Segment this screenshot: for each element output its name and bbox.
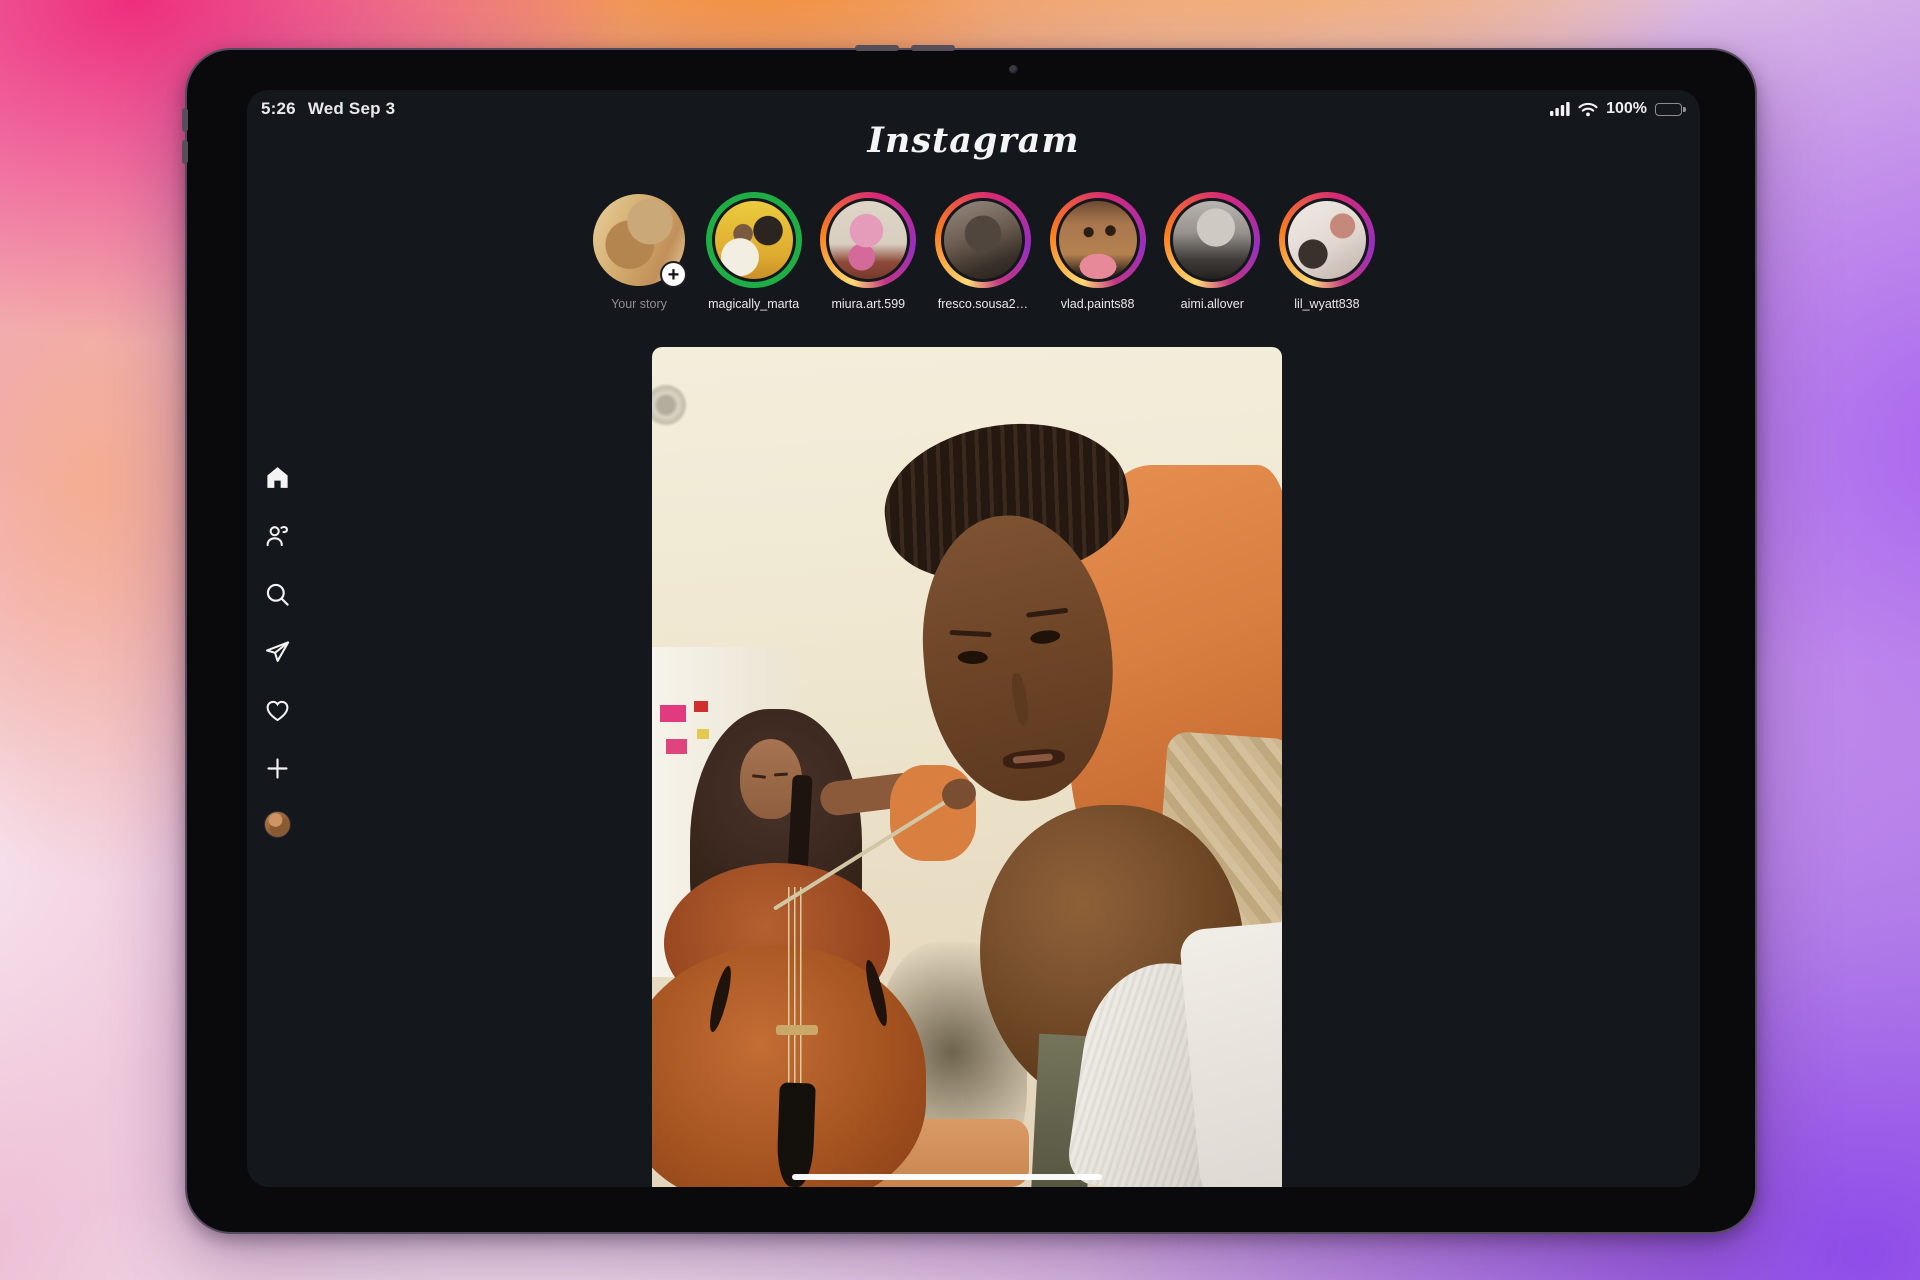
story-ring — [935, 192, 1031, 288]
instagram-app-screen: 5:26 Wed Sep 3 100% Instagram — [247, 90, 1700, 1187]
sidebar-item-search[interactable] — [263, 580, 291, 608]
add-story-plus-icon[interactable]: + — [660, 261, 687, 288]
wifi-icon — [1578, 102, 1598, 117]
story-avatar — [1170, 198, 1254, 282]
wall-note — [666, 739, 687, 754]
story-ring: + — [591, 192, 687, 288]
wall-note — [694, 701, 708, 712]
story-username: magically_marta — [708, 297, 799, 311]
battery-percent: 100% — [1606, 100, 1647, 118]
home-icon — [264, 464, 291, 491]
volume-button — [855, 45, 899, 51]
status-bar-left: 5:26 Wed Sep 3 — [261, 99, 395, 119]
side-button — [182, 108, 188, 132]
story-ring — [1164, 192, 1260, 288]
cello-bridge — [776, 1025, 818, 1035]
battery-icon — [1655, 103, 1682, 116]
story-username: lil_wyatt838 — [1294, 297, 1359, 311]
story-username: fresco.sousa2… — [938, 297, 1028, 311]
story-ring — [1279, 192, 1375, 288]
story-avatar — [1056, 198, 1140, 282]
cellular-signal-icon — [1550, 102, 1570, 116]
story-username: miura.art.599 — [831, 297, 905, 311]
story-username: vlad.paints88 — [1061, 297, 1135, 311]
instagram-wordmark: Instagram — [247, 120, 1700, 161]
paper-plane-icon — [264, 639, 291, 666]
heart-icon — [264, 697, 291, 724]
front-camera — [1009, 65, 1018, 74]
story-magically_marta[interactable]: magically_marta — [702, 192, 806, 311]
story-ring-close-friends — [706, 192, 802, 288]
story-fresco-sousa2[interactable]: fresco.sousa2… — [931, 192, 1035, 311]
people-icon — [264, 522, 291, 549]
sidebar-item-home[interactable] — [263, 463, 291, 491]
wall-note — [660, 705, 686, 722]
sidebar-item-profile[interactable] — [263, 810, 291, 838]
story-username: Your story — [611, 297, 667, 311]
search-icon — [264, 581, 291, 608]
sidebar-item-people[interactable] — [263, 521, 291, 549]
status-bar-right: 100% — [1550, 100, 1682, 118]
story-ring — [1050, 192, 1146, 288]
tablet-device: 5:26 Wed Sep 3 100% Instagram — [185, 48, 1757, 1234]
story-ring — [820, 192, 916, 288]
wall-note — [697, 729, 709, 739]
story-avatar — [826, 198, 910, 282]
volume-button — [911, 45, 955, 51]
story-avatar: + — [593, 194, 685, 286]
story-vlad-paints88[interactable]: vlad.paints88 — [1046, 192, 1150, 311]
story-avatar — [1285, 198, 1369, 282]
ceiling-light — [652, 383, 688, 427]
story-lil-wyatt838[interactable]: lil_wyatt838 — [1275, 192, 1379, 311]
stories-tray: + Your story magically_marta miura.art.5… — [587, 192, 1379, 311]
sidebar-item-notifications[interactable] — [263, 696, 291, 724]
clock: 5:26 — [261, 99, 296, 119]
cello-strings — [788, 887, 804, 1112]
sidebar-item-messages[interactable] — [263, 638, 291, 666]
date: Wed Sep 3 — [308, 99, 395, 119]
sidebar-item-create[interactable] — [263, 754, 291, 782]
plus-icon — [264, 755, 291, 782]
story-avatar — [941, 198, 1025, 282]
post-photo[interactable] — [652, 347, 1282, 1187]
story-your-story[interactable]: + Your story — [587, 192, 691, 311]
story-username: aimi.allover — [1181, 297, 1244, 311]
side-button — [182, 140, 188, 164]
home-indicator[interactable] — [792, 1174, 1102, 1180]
story-miura-art-599[interactable]: miura.art.599 — [816, 192, 920, 311]
story-aimi-allover[interactable]: aimi.allover — [1160, 192, 1264, 311]
story-avatar — [712, 198, 796, 282]
profile-avatar — [264, 811, 291, 838]
